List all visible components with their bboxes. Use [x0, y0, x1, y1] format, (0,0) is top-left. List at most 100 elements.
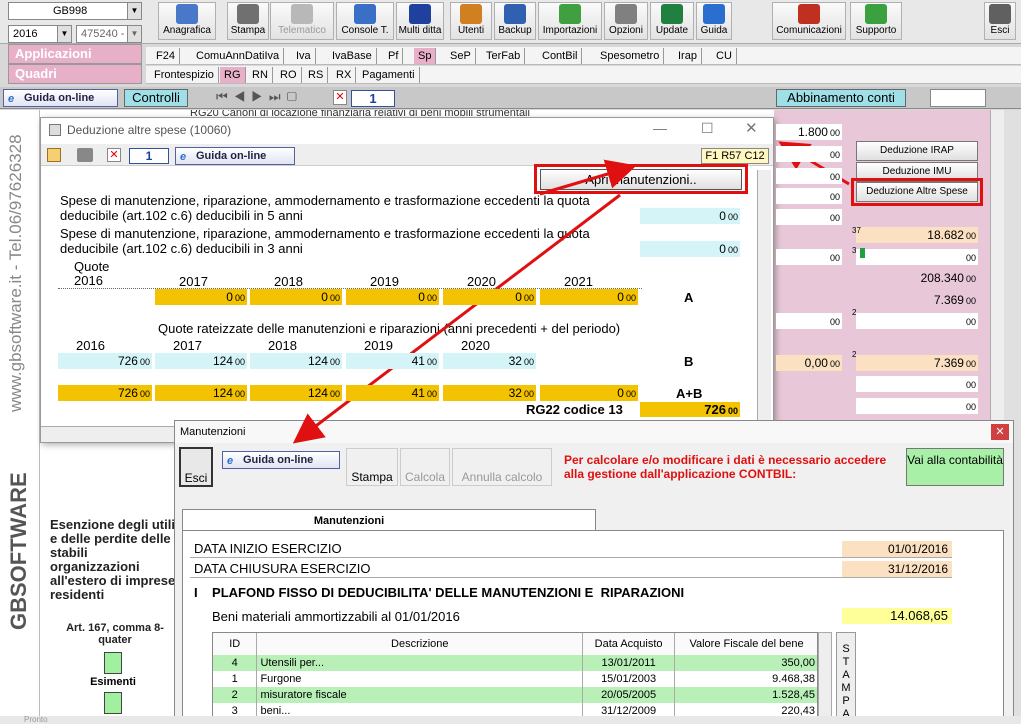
- tab-rs[interactable]: RS: [304, 67, 329, 83]
- search-box[interactable]: [930, 89, 986, 107]
- chevron-down-icon[interactable]: ▼: [57, 26, 71, 42]
- background-value[interactable]: 7.369 00: [856, 355, 978, 371]
- background-value[interactable]: 1.800 00: [776, 124, 842, 140]
- tab-terfab[interactable]: TerFab: [482, 48, 526, 64]
- quota-b-field[interactable]: 124 00: [155, 353, 247, 369]
- quota-a-field[interactable]: 0 00: [346, 289, 439, 305]
- quadri-label[interactable]: Quadri: [8, 64, 142, 84]
- deduzione-altre-spese-button[interactable]: Deduzione Altre Spese: [856, 182, 978, 202]
- toolbar-backup-button[interactable]: Backup: [494, 2, 536, 40]
- toolbar-esci-button[interactable]: Esci: [984, 2, 1016, 40]
- table-row[interactable]: 4 Utensili per... 13/01/2011 350,00: [213, 655, 817, 671]
- apri-manutenzioni-button[interactable]: Apri manutenzioni..: [540, 169, 742, 190]
- quota-ab-field[interactable]: 124 00: [155, 385, 247, 401]
- ded-page-number[interactable]: 1: [129, 148, 169, 164]
- man-tab[interactable]: Manutenzioni: [182, 509, 596, 531]
- stampa-vertical-button[interactable]: STAMPA: [836, 632, 856, 724]
- tab-rx[interactable]: RX: [332, 67, 357, 83]
- background-empty-field[interactable]: 00: [776, 249, 842, 265]
- close-icon[interactable]: ✕: [745, 119, 758, 137]
- background-empty-field[interactable]: 00: [776, 209, 842, 225]
- ded-guida-online-button[interactable]: Guida on-line: [175, 147, 295, 165]
- inizio-value[interactable]: 01/01/2016: [842, 541, 952, 557]
- toolbar-comunicazioni-button[interactable]: Comunicazioni: [772, 2, 846, 40]
- column-header[interactable]: Data Acquisto: [582, 633, 676, 655]
- toolbar-opzioni-button[interactable]: Opzioni: [604, 2, 648, 40]
- man-annulla-button[interactable]: Annulla calcolo: [452, 448, 552, 486]
- background-value[interactable]: 208.340 00: [856, 270, 978, 286]
- abbinamento-button[interactable]: Abbinamento conti: [776, 89, 906, 107]
- minimize-icon[interactable]: —: [653, 120, 667, 136]
- value-5-anni[interactable]: 0 00: [640, 208, 740, 224]
- tab-f24[interactable]: F24: [152, 48, 180, 64]
- quota-ab-field[interactable]: 41 00: [346, 385, 439, 401]
- toolbar-anagrafica-button[interactable]: Anagrafica: [158, 2, 216, 40]
- controlli-button[interactable]: Controlli: [124, 89, 188, 107]
- vai-contabilita-button[interactable]: Vai alla contabilità: [906, 448, 1004, 486]
- man-esci-button[interactable]: Esci: [179, 447, 213, 487]
- year-select[interactable]: 2016 ▼: [8, 25, 72, 43]
- toolbar-stampa-button[interactable]: Stampa: [227, 2, 269, 40]
- quota-b-field[interactable]: 32 00: [443, 353, 536, 369]
- company-select[interactable]: GB998 ▼: [8, 2, 142, 20]
- quota-b-field[interactable]: 41 00: [346, 353, 439, 369]
- toolbar-console-t--button[interactable]: Console T.: [336, 2, 394, 40]
- value-3-anni[interactable]: 0 00: [640, 241, 740, 257]
- man-guida-online-button[interactable]: Guida on-line: [222, 451, 340, 469]
- column-header[interactable]: Descrizione: [256, 633, 584, 655]
- maximize-icon[interactable]: ☐: [701, 120, 714, 137]
- tab-comuanndatiiva[interactable]: ComuAnnDatiIva: [192, 48, 285, 64]
- table-row[interactable]: 1 Furgone 15/01/2003 9.468,38: [213, 671, 817, 687]
- esimenti-box-2[interactable]: [104, 692, 122, 714]
- delete-page-icon[interactable]: ✕: [333, 90, 347, 105]
- page-number[interactable]: 1: [351, 90, 395, 107]
- print-icon[interactable]: [77, 148, 93, 162]
- column-header[interactable]: ID: [213, 633, 258, 655]
- quota-a-field[interactable]: 0 00: [540, 289, 638, 305]
- nav-arrows[interactable]: ⏮◀▶⏭▢: [216, 89, 346, 107]
- quota-ab-field[interactable]: 124 00: [250, 385, 342, 401]
- background-empty-field[interactable]: 00: [856, 398, 978, 414]
- tab-frontespizio[interactable]: Frontespizio: [150, 67, 219, 83]
- tab-rn[interactable]: RN: [248, 67, 273, 83]
- toolbar-supporto-button[interactable]: Supporto: [850, 2, 902, 40]
- background-value[interactable]: 0,00 00: [776, 355, 842, 371]
- chiusura-value[interactable]: 31/12/2016: [842, 561, 952, 577]
- quota-b-field[interactable]: 124 00: [250, 353, 342, 369]
- quota-b-field[interactable]: 726 00: [58, 353, 152, 369]
- delete-icon[interactable]: ✕: [107, 148, 121, 162]
- exit-icon[interactable]: [47, 148, 61, 162]
- quota-a-field[interactable]: 0 00: [443, 289, 536, 305]
- tab-sep[interactable]: SeP: [446, 48, 476, 64]
- background-empty-field[interactable]: 00: [856, 249, 978, 265]
- background-empty-field[interactable]: 00: [776, 313, 842, 329]
- quota-a-field[interactable]: 0 00: [250, 289, 342, 305]
- tab-ro[interactable]: RO: [276, 67, 302, 83]
- toolbar-utenti-button[interactable]: Utenti: [450, 2, 492, 40]
- tab-rg[interactable]: RG: [220, 67, 246, 83]
- applicazioni-label[interactable]: Applicazioni: [8, 44, 142, 64]
- quota-ab-field[interactable]: 726 00: [58, 385, 152, 401]
- man-close-icon[interactable]: ✕: [991, 424, 1009, 440]
- tab-cu[interactable]: CU: [712, 48, 737, 64]
- deduzione-irap-button[interactable]: Deduzione IRAP: [856, 141, 978, 161]
- background-empty-field[interactable]: 00: [776, 168, 842, 184]
- guida-online-button[interactable]: Guida on-line: [3, 89, 118, 107]
- background-value[interactable]: 7.369 00: [856, 292, 978, 308]
- code-select[interactable]: 475240 - ▼: [76, 25, 142, 43]
- background-empty-field[interactable]: 00: [856, 376, 978, 392]
- background-empty-field[interactable]: 00: [776, 188, 842, 204]
- toolbar-telematico-button[interactable]: Telematico: [270, 2, 334, 40]
- quota-ab-field[interactable]: 32 00: [443, 385, 536, 401]
- toolbar-importazioni-button[interactable]: Importazioni: [538, 2, 602, 40]
- esimenti-box[interactable]: [104, 652, 122, 674]
- toolbar-guida-button[interactable]: Guida: [696, 2, 732, 40]
- quota-ab-field[interactable]: 0 00: [540, 385, 638, 401]
- tab-pagamenti[interactable]: Pagamenti: [358, 67, 420, 83]
- man-table-scrollbar[interactable]: [818, 632, 832, 724]
- background-empty-field[interactable]: 00: [856, 313, 978, 329]
- tab-sp[interactable]: Sp: [414, 48, 437, 64]
- toolbar-update-button[interactable]: Update: [650, 2, 694, 40]
- tab-contbil[interactable]: ContBil: [538, 48, 583, 64]
- ded-scrollbar[interactable]: [757, 170, 771, 420]
